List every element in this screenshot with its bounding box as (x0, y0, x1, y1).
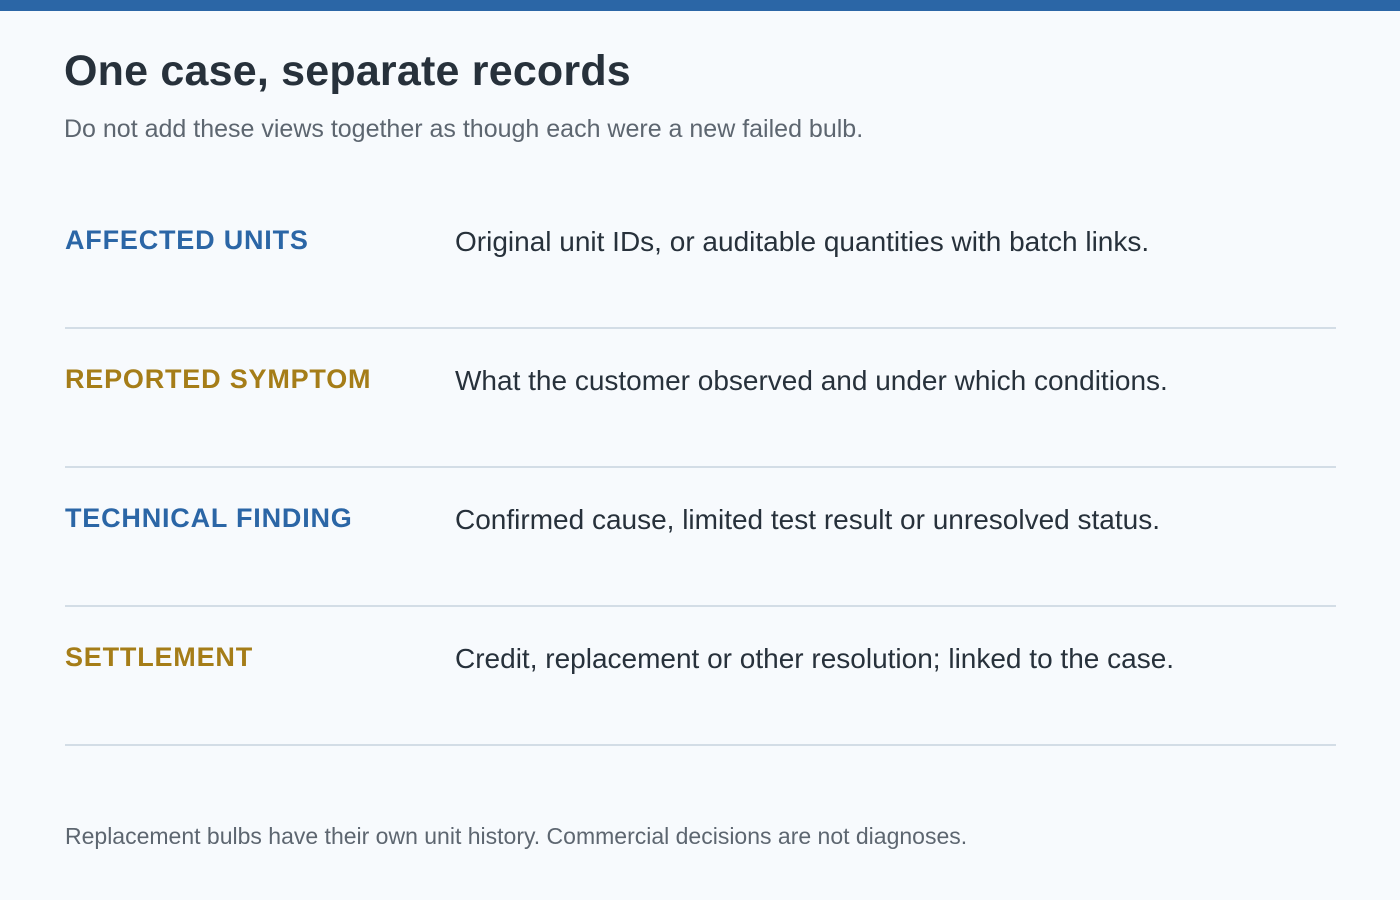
records-list: AFFECTED UNITS Original unit IDs, or aud… (65, 190, 1336, 746)
record-label: TECHNICAL FINDING (65, 503, 353, 533)
page-subtitle: Do not add these views together as thoug… (64, 115, 864, 143)
record-row-affected-units: AFFECTED UNITS Original unit IDs, or aud… (65, 190, 1336, 329)
record-description: Confirmed cause, limited test result or … (455, 504, 1160, 535)
page: One case, separate records Do not add th… (0, 0, 1400, 900)
record-description: Original unit IDs, or auditable quantiti… (455, 226, 1150, 257)
record-row-technical-finding: TECHNICAL FINDING Confirmed cause, limit… (65, 468, 1336, 607)
record-row-settlement: SETTLEMENT Credit, replacement or other … (65, 607, 1336, 746)
record-description: What the customer observed and under whi… (455, 365, 1168, 396)
record-description: Credit, replacement or other resolution;… (455, 643, 1175, 674)
record-label: AFFECTED UNITS (65, 225, 309, 255)
record-label: SETTLEMENT (65, 642, 253, 672)
record-label: REPORTED SYMPTOM (65, 364, 372, 394)
record-row-reported-symptom: REPORTED SYMPTOM What the customer obser… (65, 329, 1336, 468)
page-title: One case, separate records (64, 47, 631, 95)
footnote: Replacement bulbs have their own unit hi… (65, 823, 968, 849)
